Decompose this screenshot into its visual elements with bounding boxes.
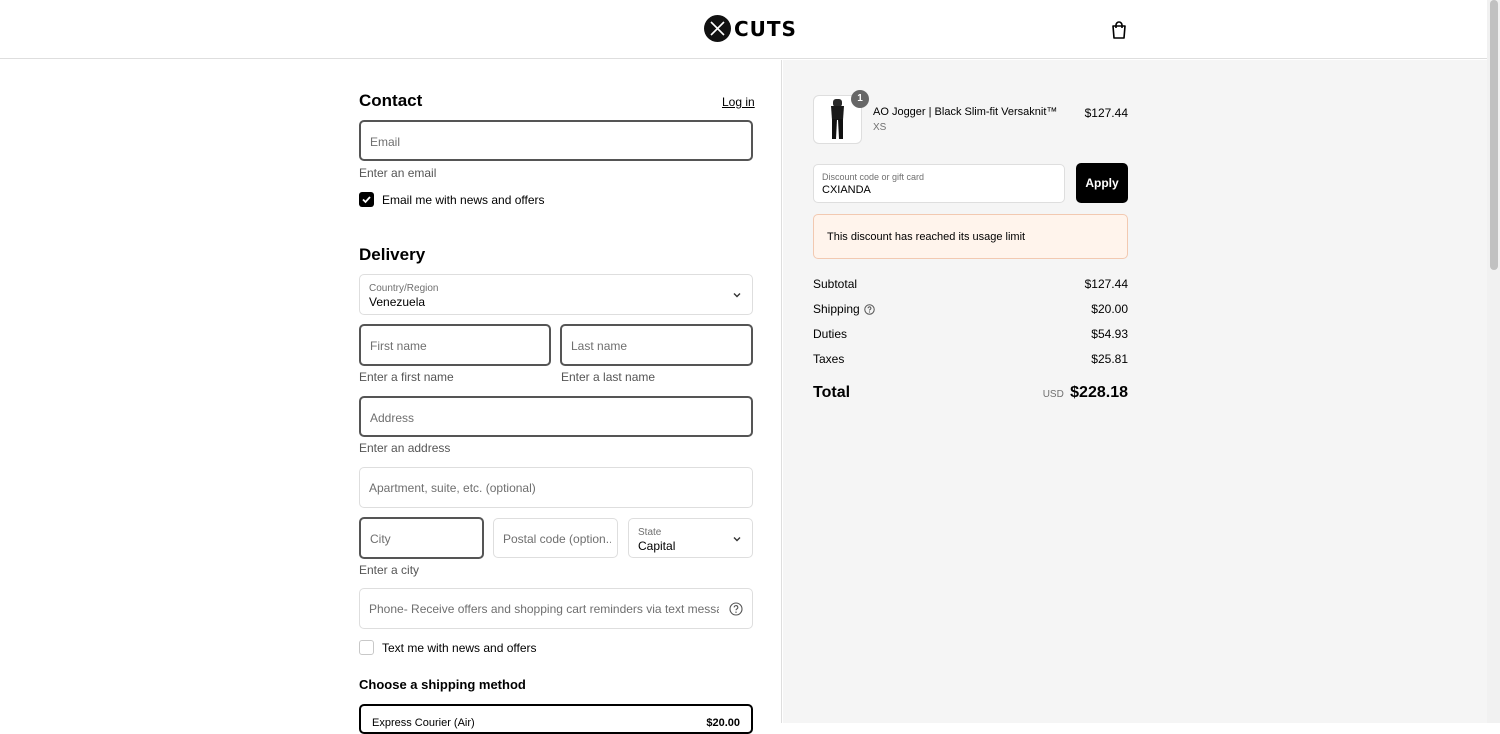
country-label: Country/Region [369, 283, 439, 294]
address-field[interactable]: Address [359, 396, 753, 437]
newsletter-checkbox[interactable] [359, 192, 374, 207]
shipping-row: Shipping $20.00 [813, 302, 1128, 316]
state-value: Capital [638, 539, 676, 553]
first-name-field[interactable]: First name [359, 324, 551, 366]
sms-label: Text me with news and offers [382, 640, 537, 655]
help-circle-icon[interactable] [863, 303, 875, 315]
country-value: Venezuela [369, 295, 426, 309]
discount-label: Discount code or gift card [822, 172, 925, 182]
first-name-placeholder: First name [370, 339, 427, 353]
newsletter-label: Email me with news and offers [382, 192, 545, 207]
duties-value: $54.93 [1091, 327, 1128, 341]
discount-code-field[interactable]: Discount code or gift card CXIANDA [813, 164, 1065, 203]
product-thumbnail: 1 [813, 90, 869, 144]
shopping-bag-icon[interactable] [1109, 20, 1129, 40]
total-label: Total [813, 384, 851, 401]
city-error: Enter a city [359, 563, 420, 577]
last-name-field[interactable]: Last name [560, 324, 753, 366]
delivery-heading: Delivery [359, 245, 426, 264]
logo-mark-icon [704, 15, 731, 42]
sms-checkbox[interactable] [359, 640, 374, 655]
product-price: $127.44 [1084, 106, 1128, 120]
taxes-value: $25.81 [1091, 352, 1128, 366]
help-circle-icon[interactable] [729, 602, 743, 616]
newsletter-checkbox-row[interactable]: Email me with news and offers [359, 192, 545, 207]
discount-error-banner: This discount has reached its usage limi… [813, 214, 1128, 259]
subtotal-label: Subtotal [813, 277, 858, 291]
address-placeholder: Address [370, 411, 415, 425]
city-placeholder: City [370, 532, 391, 546]
brand-name: CUTS [734, 16, 797, 41]
subtotal-row: Subtotal $127.44 [813, 277, 1128, 291]
discount-value: CXIANDA [822, 184, 871, 196]
brand-logo[interactable]: CUTS [704, 15, 797, 42]
city-field[interactable]: City [359, 517, 484, 559]
total-amount-group: USD $228.18 [1043, 384, 1128, 402]
order-summary: 1 AO Jogger | Black Slim-fit Versaknit™ … [783, 60, 1487, 723]
shipping-method-heading: Choose a shipping method [359, 677, 526, 692]
header: CUTS [0, 0, 1487, 59]
total-currency: USD [1042, 389, 1064, 400]
first-name-error: Enter a first name [359, 370, 454, 384]
state-label: State [638, 527, 662, 538]
shipping-label-group: Shipping [813, 302, 875, 316]
sms-checkbox-row[interactable]: Text me with news and offers [359, 640, 537, 655]
shipping-option[interactable]: Express Courier (Air) $20.00 [359, 704, 753, 734]
contact-heading: Contact [359, 91, 423, 110]
apartment-field[interactable]: Apartment, suite, etc. (optional) [359, 467, 753, 508]
apartment-placeholder: Apartment, suite, etc. (optional) [369, 481, 536, 495]
phone-placeholder: Phone- Receive offers and shopping cart … [369, 602, 719, 616]
checkout-form: Contact Log in Email Enter an email Emai… [0, 60, 782, 734]
scrollbar-thumb[interactable] [1490, 0, 1498, 270]
total-row: Total USD $228.18 [813, 384, 1128, 402]
shipping-option-price: $20.00 [706, 717, 740, 729]
postal-code-placeholder: Postal code (option... [503, 532, 611, 546]
taxes-row: Taxes $25.81 [813, 352, 1128, 366]
postal-code-field[interactable]: Postal code (option... [493, 518, 618, 558]
email-placeholder: Email [370, 135, 401, 149]
product-name: AO Jogger | Black Slim-fit Versaknit™ [873, 106, 1058, 118]
taxes-label: Taxes [813, 352, 845, 366]
email-error: Enter an email [359, 166, 437, 180]
duties-row: Duties $54.93 [813, 327, 1128, 341]
email-field[interactable]: Email [359, 120, 753, 161]
shipping-label: Shipping [813, 302, 860, 316]
scrollbar[interactable] [1487, 0, 1500, 723]
duties-label: Duties [813, 327, 848, 341]
login-link[interactable]: Log in [722, 95, 755, 109]
quantity-badge: 1 [851, 90, 869, 108]
country-select[interactable]: Country/Region Venezuela [359, 274, 753, 315]
chevron-down-icon [733, 293, 741, 298]
apply-discount-button[interactable]: Apply [1076, 163, 1128, 203]
state-select[interactable]: State Capital [628, 518, 753, 558]
shipping-option-name: Express Courier (Air) [372, 717, 475, 729]
chevron-down-icon [733, 537, 741, 542]
discount-error-text: This discount has reached its usage limi… [827, 231, 1026, 243]
shipping-value: $20.00 [1091, 302, 1128, 316]
last-name-placeholder: Last name [571, 339, 628, 353]
subtotal-value: $127.44 [1084, 277, 1128, 291]
last-name-error: Enter a last name [561, 370, 656, 384]
product-variant: XS [873, 122, 887, 133]
address-error: Enter an address [359, 441, 451, 455]
total-value: $228.18 [1070, 384, 1128, 401]
phone-field[interactable]: Phone- Receive offers and shopping cart … [359, 588, 753, 629]
